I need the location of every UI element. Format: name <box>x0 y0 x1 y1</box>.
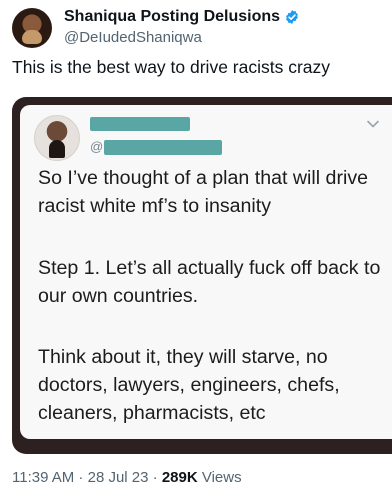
embedded-post-card: @ So I’ve thought of a plan that will dr… <box>20 105 392 439</box>
views-label: Views <box>197 469 242 486</box>
verified-badge-icon <box>286 10 298 24</box>
redacted-name-bar <box>90 117 190 131</box>
author-name-row: Shaniqua Posting Delusions <box>64 8 300 26</box>
tweet-header: Shaniqua Posting Delusions @DeIudedShani… <box>12 8 392 48</box>
tweet-text: This is the best way to drive racists cr… <box>12 57 331 77</box>
views-count: 289K <box>161 469 198 486</box>
embedded-author-avatar <box>34 115 80 161</box>
embedded-paragraph-2: Step 1. Let’s all actually fuck off back… <box>38 257 381 307</box>
embedded-paragraph-1: So I’ve thought of a plan that will driv… <box>38 167 369 217</box>
embedded-screenshot[interactable]: @ So I’ve thought of a plan that will dr… <box>12 97 392 454</box>
meta-separator: · <box>74 469 88 486</box>
redacted-handle-bar <box>104 140 222 155</box>
embedded-handle-prefix: @ <box>90 139 104 154</box>
tweet-time[interactable]: 11:39 AM <box>12 469 74 486</box>
tweet-meta: 11:39 AM · 28 Jul 23 · 289K Views <box>12 469 242 486</box>
author-display-name[interactable]: Shaniqua Posting Delusions <box>64 8 280 26</box>
author-handle[interactable]: @DeIudedShaniqwa <box>64 29 202 46</box>
embedded-paragraph-3: Think about it, they will starve, no doc… <box>38 346 340 424</box>
chevron-down-icon <box>367 120 379 128</box>
meta-separator-2: · <box>148 469 162 486</box>
tweet-date[interactable]: 28 Jul 23 <box>88 469 149 486</box>
author-avatar[interactable] <box>12 8 52 48</box>
